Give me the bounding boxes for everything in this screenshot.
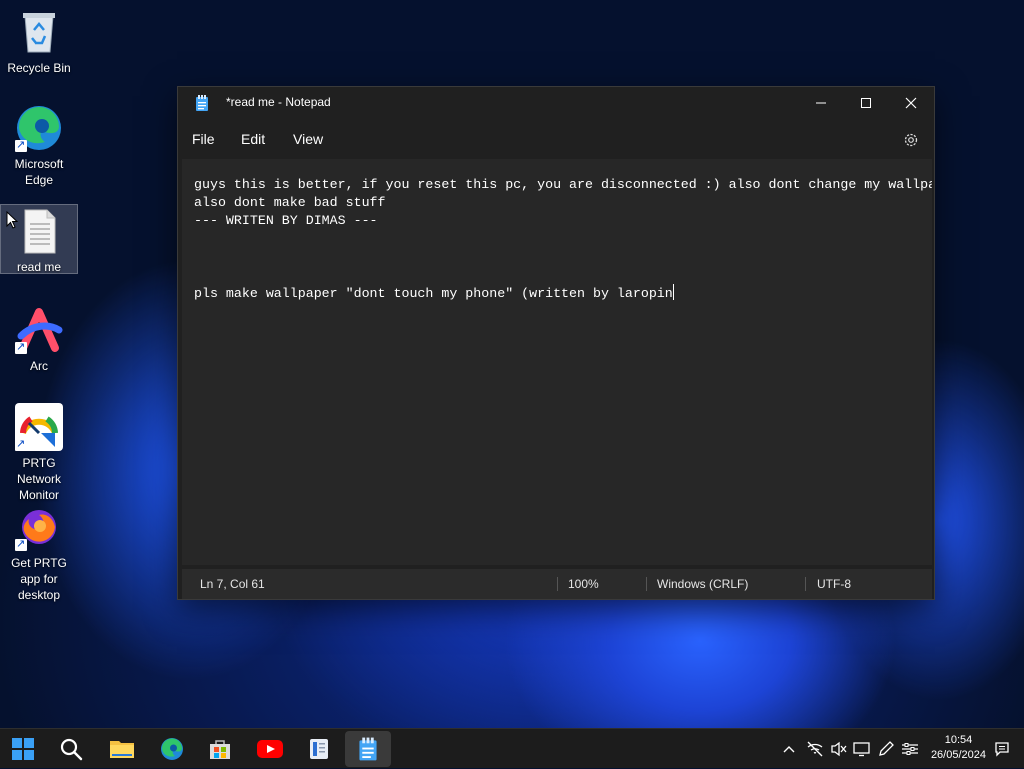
microsoft-store-button[interactable]	[197, 729, 243, 769]
menu-edit[interactable]: Edit	[241, 131, 265, 147]
shortcut-arrow-icon	[15, 339, 27, 355]
desktop-icon-label: Microsoft Edge	[14, 157, 64, 187]
chevron-up-icon[interactable]	[779, 739, 799, 759]
search-button[interactable]	[48, 729, 94, 769]
status-separator	[557, 577, 558, 591]
cursor-position: Ln 7, Col 61	[200, 577, 265, 591]
status-separator	[646, 577, 647, 591]
text-line-3: --- WRITEN BY DIMAS ---	[194, 213, 378, 228]
text-caret	[672, 284, 674, 300]
pen-icon[interactable]	[876, 739, 896, 759]
close-icon	[905, 97, 917, 109]
notepad-window[interactable]: *read me - Notepad File Edit View guys t…	[177, 86, 935, 600]
desktop-icon-microsoft-edge[interactable]: Microsoft Edge	[0, 104, 78, 194]
encoding[interactable]: UTF-8	[817, 577, 851, 591]
clock-time: 10:54	[944, 734, 973, 746]
desktop-icon-label: read me	[16, 260, 62, 274]
settings-gear-icon[interactable]	[902, 131, 920, 149]
title-bar[interactable]: *read me - Notepad	[178, 87, 934, 119]
shortcut-arrow-icon	[15, 137, 27, 153]
reader-icon	[310, 739, 328, 759]
maximize-icon	[861, 98, 871, 108]
desktop-icon-label: PRTG Network Monitor	[16, 456, 61, 502]
desktop-icon-arc[interactable]: Arc	[0, 306, 78, 378]
recycle-bin-icon	[15, 8, 63, 56]
youtube-icon	[257, 740, 283, 758]
system-clock[interactable]: 10:54 26/05/2024	[931, 733, 986, 763]
maximize-button[interactable]	[843, 87, 889, 119]
start-button[interactable]	[0, 729, 46, 769]
edge-icon	[161, 738, 183, 760]
reader-app-button[interactable]	[296, 729, 342, 769]
microsoft-store-icon	[210, 740, 230, 759]
mouse-pointer-icon	[6, 210, 19, 234]
notification-center-icon[interactable]	[992, 739, 1012, 759]
sliders-icon[interactable]	[900, 739, 920, 759]
start-icon	[12, 738, 34, 760]
notepad-taskbar-button[interactable]	[345, 731, 391, 767]
taskbar: 10:54 26/05/2024	[0, 728, 1024, 768]
file-explorer-button[interactable]	[99, 729, 145, 769]
edge-icon	[15, 104, 63, 153]
shortcut-arrow-icon	[15, 436, 27, 452]
display-icon[interactable]	[852, 739, 872, 759]
notepad-icon	[195, 95, 209, 111]
shortcut-arrow-icon	[15, 536, 27, 552]
text-editor[interactable]: guys this is better, if you reset this p…	[182, 159, 932, 565]
search-icon	[60, 738, 83, 761]
window-title: *read me - Notepad	[226, 95, 331, 109]
zoom-level[interactable]: 100%	[568, 577, 599, 591]
text-line-2: also dont make bad stuff	[194, 195, 386, 210]
status-separator	[805, 577, 806, 591]
prtg-gauge-icon	[15, 403, 63, 452]
file-explorer-icon	[110, 741, 134, 758]
status-bar: Ln 7, Col 61 100% Windows (CRLF) UTF-8	[182, 569, 932, 599]
notepad-icon	[359, 737, 377, 761]
desktop-icon-label: Recycle Bin	[7, 61, 71, 75]
arc-browser-icon	[15, 306, 63, 355]
text-document-icon	[15, 207, 63, 255]
text-line-7: pls make wallpaper "dont touch my phone"…	[194, 286, 673, 301]
desktop-icon-prtg-network-monitor[interactable]: PRTG Network Monitor	[0, 403, 78, 502]
desktop-icon-get-prtg-app[interactable]: Get PRTG app for desktop	[0, 503, 78, 602]
desktop-icon-label: Arc	[30, 359, 48, 373]
desktop-icon-recycle-bin[interactable]: Recycle Bin	[0, 8, 78, 80]
youtube-button[interactable]	[247, 729, 293, 769]
menu-file[interactable]: File	[192, 131, 215, 147]
minimize-button[interactable]	[798, 87, 844, 119]
edge-taskbar-button[interactable]	[149, 729, 195, 769]
network-off-icon[interactable]	[805, 739, 825, 759]
desktop-icon-label: Get PRTG app for desktop	[11, 556, 67, 602]
menu-view[interactable]: View	[293, 131, 323, 147]
close-button[interactable]	[888, 87, 934, 119]
clock-date: 26/05/2024	[930, 749, 986, 761]
minimize-icon	[816, 102, 826, 104]
line-ending[interactable]: Windows (CRLF)	[657, 577, 748, 591]
text-line-1: guys this is better, if you reset this p…	[194, 177, 932, 192]
menu-bar: File Edit View	[178, 123, 934, 157]
firefox-icon	[15, 503, 63, 552]
volume-muted-icon[interactable]	[829, 739, 849, 759]
